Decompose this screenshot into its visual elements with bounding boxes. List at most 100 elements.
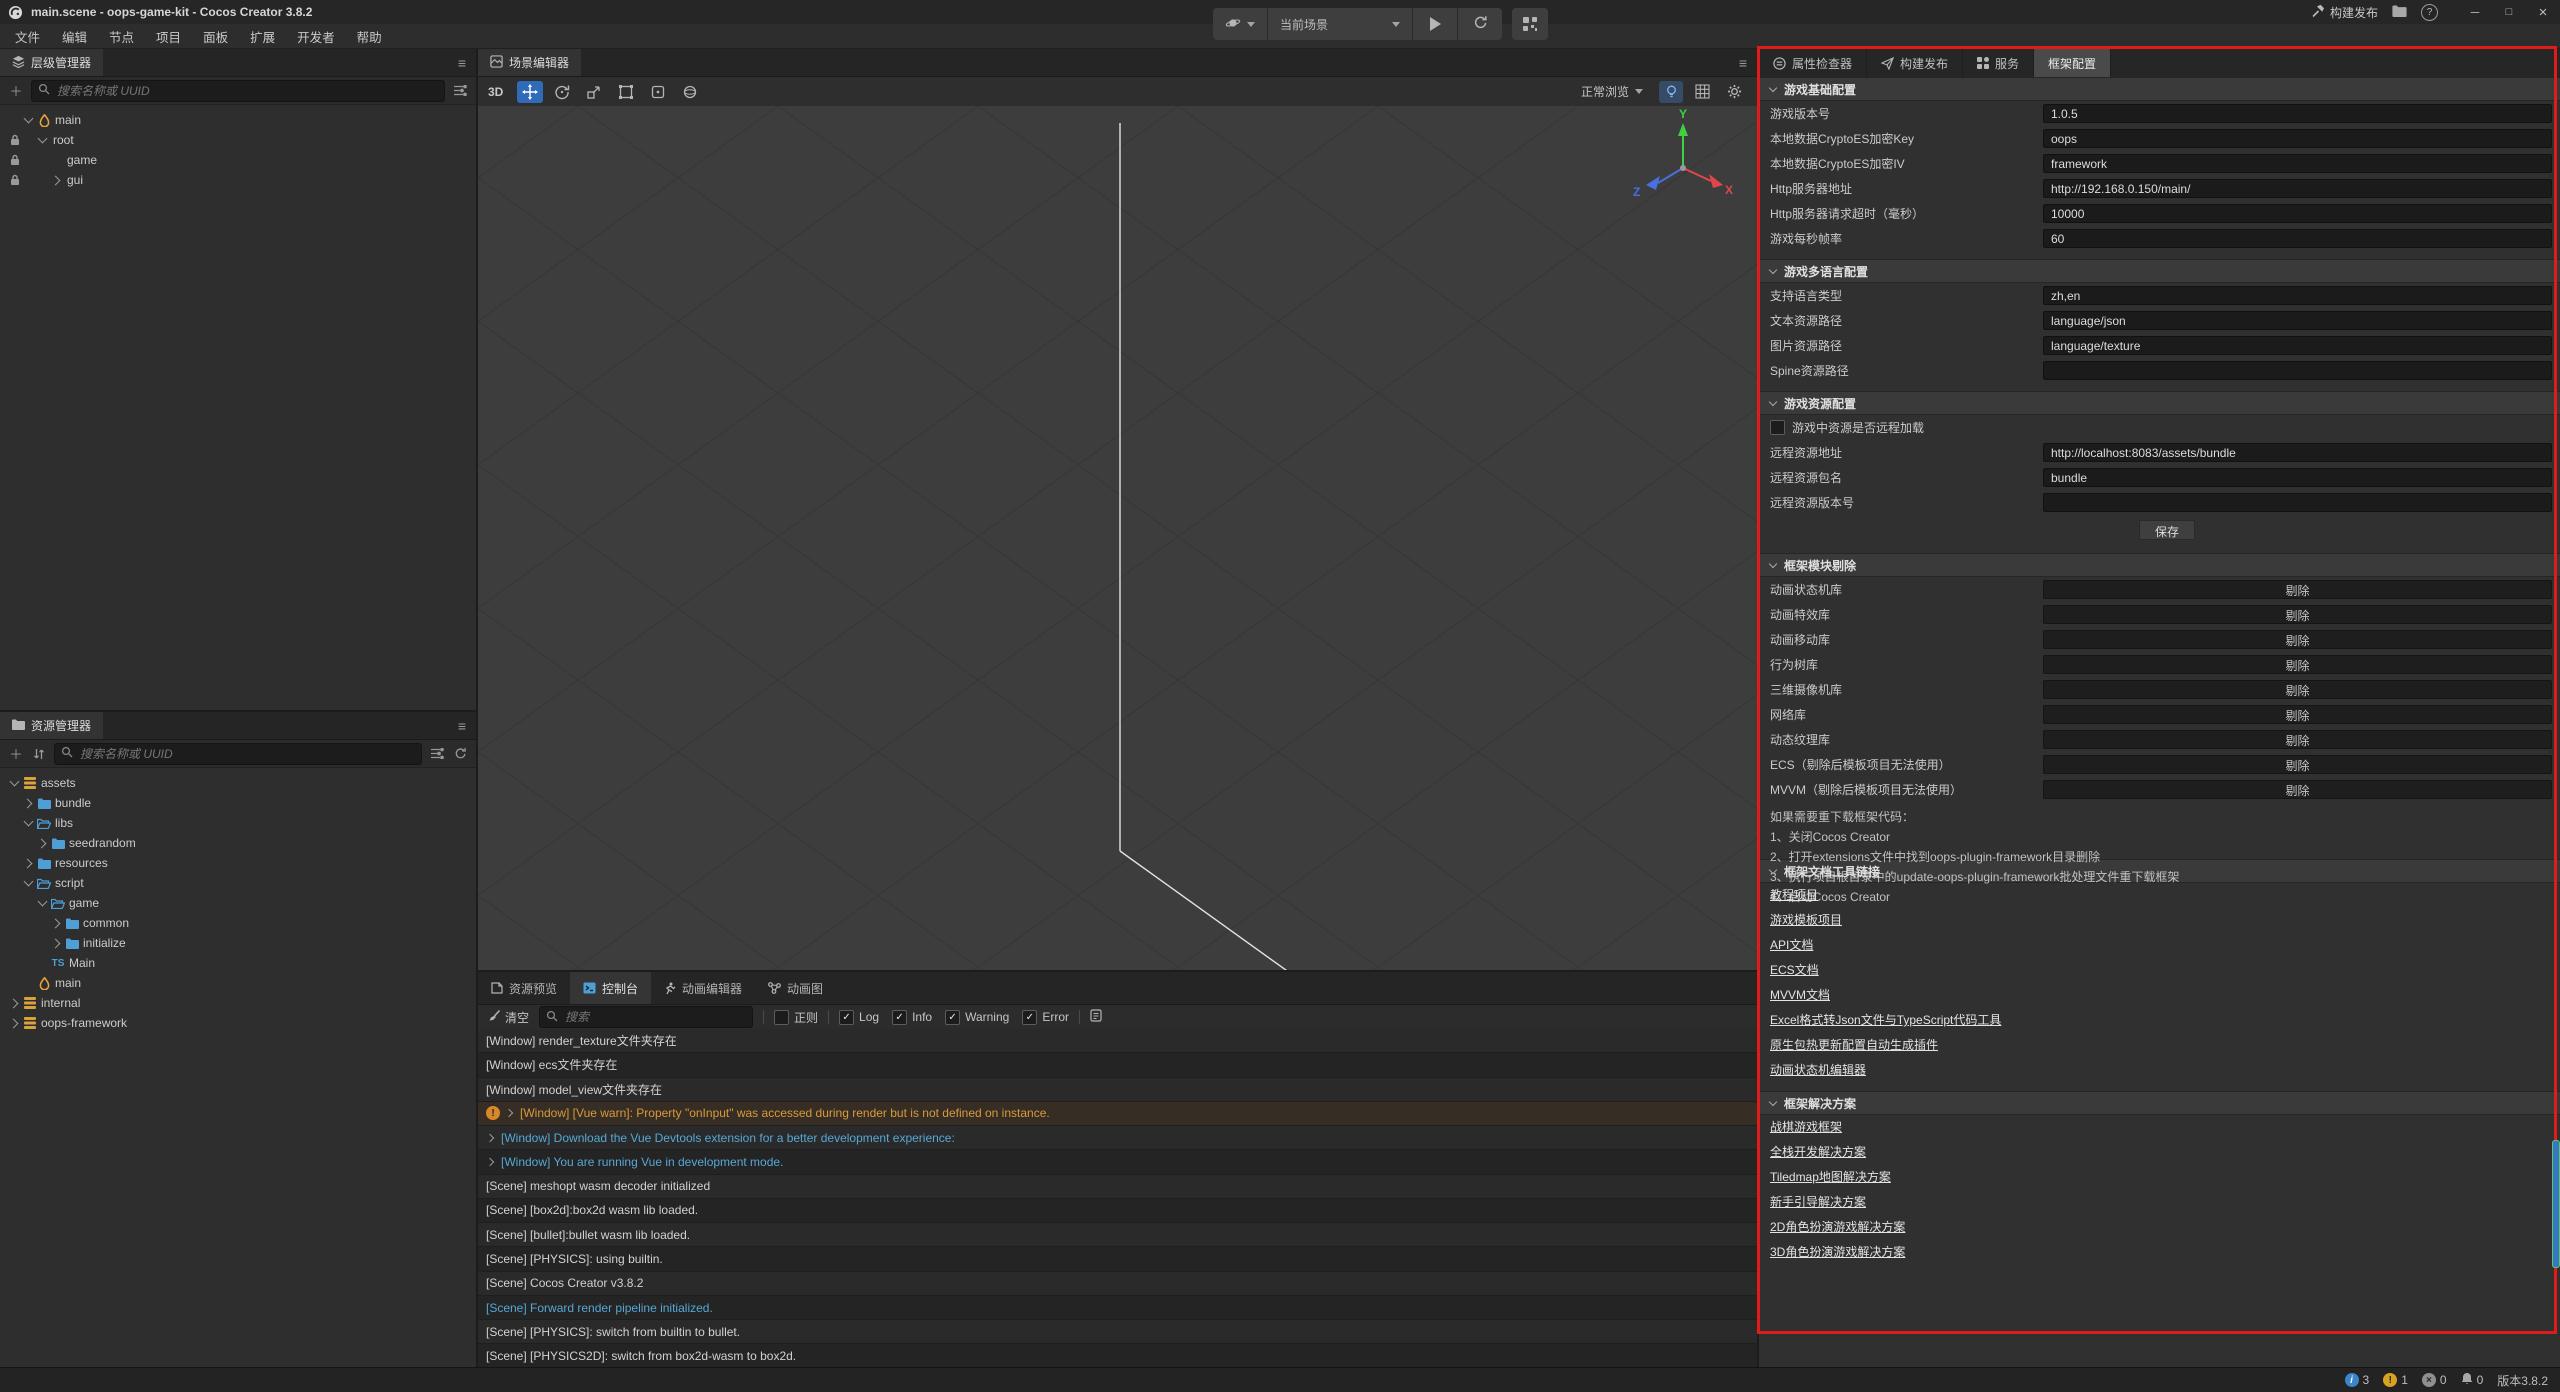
assets-search[interactable] [54,743,422,765]
config-input[interactable] [2043,104,2552,123]
log-row[interactable]: [Scene] [bullet]:bullet wasm lib loaded. [478,1223,1757,1247]
inspector-tab[interactable]: 属性检查器 [1759,49,1867,77]
log-row[interactable]: [Scene] [PHYSICS]: using builtin. [478,1247,1757,1271]
module-remove-button[interactable]: 剔除 [2043,580,2552,599]
folder-icon[interactable] [2392,5,2407,20]
checkbox-icon[interactable] [1770,420,1785,435]
module-remove-button[interactable]: 剔除 [2043,780,2552,799]
module-remove-button[interactable]: 剔除 [2043,655,2552,674]
section-resource-config[interactable]: 游戏资源配置 [1759,391,2560,415]
log-row[interactable]: [Window] Download the Vue Devtools exten… [478,1126,1757,1150]
expand-chevron-icon[interactable] [36,133,50,147]
inspector-scrollbar-thumb[interactable] [2552,1140,2560,1268]
inspector-tab[interactable]: 框架配置 [2034,49,2111,77]
platform-select[interactable] [1213,8,1268,40]
hierarchy-search-input[interactable] [55,83,438,99]
config-input[interactable] [2043,336,2552,355]
module-remove-button[interactable]: 剔除 [2043,630,2552,649]
tree-row[interactable]: bundle [0,793,476,813]
tree-row[interactable]: common [0,913,476,933]
tree-row[interactable]: game [0,893,476,913]
scale-tool-button[interactable] [581,81,607,103]
panel-menu-icon[interactable] [458,55,476,71]
expand-chevron-icon[interactable] [36,896,50,910]
log-detail-icon[interactable] [1090,1009,1102,1025]
rect-tool-button[interactable] [613,81,639,103]
module-remove-button[interactable]: 剔除 [2043,705,2552,724]
console-search[interactable] [539,1006,753,1028]
section-module-trim[interactable]: 框架模块剔除 [1759,553,2560,577]
help-icon[interactable]: ? [2421,4,2438,21]
expand-chevron-icon[interactable] [50,173,64,187]
inspector-tab[interactable]: 服务 [1963,49,2034,77]
menu-item[interactable]: 帮助 [346,24,393,48]
tree-row[interactable]: main [0,973,476,993]
solution-link[interactable]: 2D角色扮演游戏解决方案 [1759,1215,2560,1240]
clear-console-button[interactable]: 清空 [488,1009,529,1026]
move-tool-button[interactable] [517,81,543,103]
tree-row[interactable]: internal [0,993,476,1013]
expand-chevron-icon[interactable] [22,816,36,830]
tree-row[interactable]: assets [0,773,476,793]
notification-count[interactable]: 0 [2461,1372,2484,1388]
lock-icon[interactable] [8,134,22,146]
console-search-input[interactable] [563,1009,746,1025]
module-remove-button[interactable]: 剔除 [2043,605,2552,624]
tree-row[interactable]: resources [0,853,476,873]
section-basic-config[interactable]: 游戏基础配置 [1759,77,2560,101]
play-button[interactable] [1413,8,1458,40]
remote-load-checkbox-row[interactable]: 游戏中资源是否远程加载 [1759,415,2560,440]
lock-icon[interactable] [8,154,22,166]
log-filter-checkbox[interactable]: Warning [945,1010,1009,1025]
log-row[interactable]: [Scene] Forward render pipeline initiali… [478,1296,1757,1320]
config-input[interactable] [2043,154,2552,173]
expand-chevron-icon[interactable] [22,976,36,990]
preview-qr-button[interactable] [1512,8,1548,40]
log-row[interactable]: [Scene] Cocos Creator v3.8.2 [478,1272,1757,1296]
tree-row[interactable]: initialize [0,933,476,953]
console-tab[interactable]: 动画图 [755,972,836,1004]
tree-row[interactable]: root [0,130,476,150]
config-input[interactable] [2043,229,2552,248]
scene-viewport[interactable]: Y X Z [478,106,1757,970]
log-row[interactable]: [Scene] meshopt wasm decoder initialized [478,1175,1757,1199]
tree-row[interactable]: game [0,150,476,170]
save-button[interactable]: 保存 [2139,520,2195,540]
error-count[interactable]: 0 [2422,1373,2447,1387]
menu-item[interactable]: 项目 [145,24,192,48]
log-row[interactable]: [Scene] [PHYSICS]: switch from builtin t… [478,1320,1757,1344]
close-button[interactable] [2526,0,2560,24]
config-input[interactable] [2043,443,2552,462]
log-row[interactable]: [Scene] [PHYSICS2D]: switch from box2d-w… [478,1344,1757,1368]
tree-row[interactable]: script [0,873,476,893]
expand-chevron-icon[interactable] [8,776,22,790]
config-input[interactable] [2043,179,2552,198]
doc-link[interactable]: 动画状态机编辑器 [1759,1058,2560,1083]
console-tab[interactable]: 资源预览 [478,972,570,1004]
scene-select-dropdown[interactable]: 当前场景 [1268,8,1413,40]
filter-icon[interactable] [452,85,468,96]
maximize-button[interactable] [2492,0,2526,24]
hierarchy-search[interactable] [31,80,445,102]
view-mode-dropdown[interactable]: 正常浏览 [1581,83,1643,100]
expand-chevron-icon[interactable] [8,1016,22,1030]
doc-link[interactable]: Excel格式转Json文件与TypeScript代码工具 [1759,1008,2560,1033]
panel-menu-icon[interactable] [458,718,476,734]
tab-hierarchy[interactable]: 层级管理器 [0,49,103,76]
doc-link[interactable]: MVVM文档 [1759,983,2560,1008]
section-language-config[interactable]: 游戏多语言配置 [1759,259,2560,283]
log-filter-checkbox[interactable]: Info [892,1010,932,1025]
solution-link[interactable]: 新手引导解决方案 [1759,1190,2560,1215]
menu-item[interactable]: 开发者 [286,24,346,48]
menu-item[interactable]: 文件 [4,24,51,48]
expand-arrow-icon[interactable] [486,1157,496,1167]
section-solutions[interactable]: 框架解决方案 [1759,1091,2560,1115]
tree-row[interactable]: libs [0,813,476,833]
expand-chevron-icon[interactable] [50,936,64,950]
log-row[interactable]: [Window] You are running Vue in developm… [478,1150,1757,1174]
expand-chevron-icon[interactable] [22,876,36,890]
expand-arrow-icon[interactable] [486,1133,496,1143]
rotate-tool-button[interactable] [549,81,575,103]
doc-link[interactable]: 原生包热更新配置自动生成插件 [1759,1033,2560,1058]
minimize-button[interactable] [2458,0,2492,24]
